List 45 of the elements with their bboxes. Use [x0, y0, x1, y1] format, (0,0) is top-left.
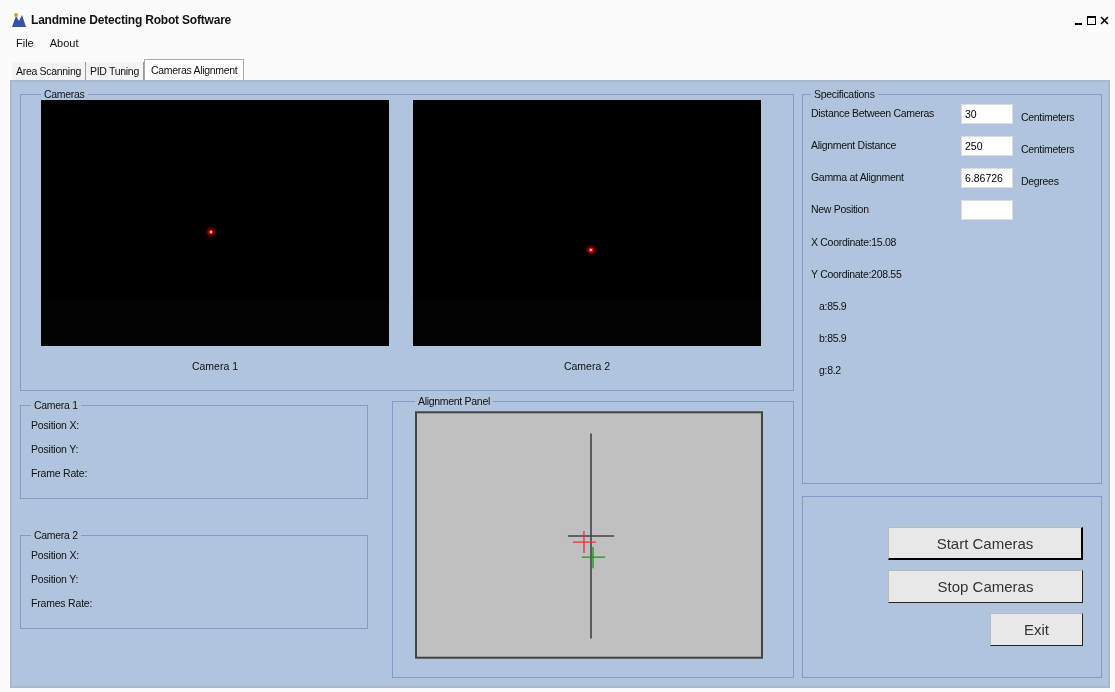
field-label: New Position: [811, 202, 870, 215]
minimize-icon: [1075, 23, 1082, 25]
input-field[interactable]: [961, 200, 1013, 220]
group-title: Cameras: [43, 88, 86, 100]
field-label: Alignment Distance: [811, 138, 898, 151]
window-title: Landmine Detecting Robot Software: [31, 13, 232, 27]
readout-text: Y Coordinate:208.55: [811, 267, 903, 282]
maximize-button[interactable]: [1086, 14, 1097, 26]
input-field[interactable]: 30: [961, 104, 1013, 124]
readout-text: g:8.2: [818, 363, 842, 378]
input-field[interactable]: 250: [961, 136, 1013, 156]
close-icon: [1100, 15, 1109, 25]
group-title: Alignment Panel: [417, 395, 491, 407]
camera-label: Camera 2: [563, 360, 611, 372]
readout-text: X Coordinate:15.08: [811, 235, 898, 250]
menu-item[interactable]: About: [49, 37, 79, 49]
field-label: Position X:: [31, 549, 80, 561]
field-label: Position Y:: [31, 573, 80, 585]
unit-label: Degrees: [1021, 174, 1059, 187]
field-label: Frame Rate:: [31, 467, 89, 479]
action-button[interactable]: Start Cameras: [888, 527, 1083, 560]
readout-text: b:85.9: [818, 331, 848, 346]
field-label: Gamma at Alignment: [811, 170, 905, 183]
field-label: Position X:: [31, 419, 80, 431]
field-label: Position Y:: [31, 443, 80, 455]
camera-label: Camera 1: [191, 360, 239, 372]
group-title: Camera 1: [33, 399, 79, 411]
readout-text: a:85.9: [818, 299, 848, 314]
close-button[interactable]: [1099, 14, 1110, 26]
unit-label: Centimeters: [1021, 142, 1075, 155]
unit-label: Centimeters: [1021, 110, 1075, 123]
input-field[interactable]: 6.86726: [961, 168, 1013, 188]
tab[interactable]: Cameras Alignment: [143, 59, 245, 80]
tab[interactable]: Area Scanning: [12, 62, 86, 80]
crosshair-marker: [572, 530, 597, 554]
group-title: Camera 2: [33, 529, 79, 541]
field-label: Distance Between Cameras: [811, 106, 935, 119]
group-title: Specifications: [813, 88, 876, 100]
menu-item[interactable]: File: [16, 37, 34, 49]
action-button[interactable]: Stop Cameras: [888, 570, 1083, 603]
crosshair-marker: [581, 546, 606, 569]
maximize-icon: [1087, 15, 1096, 25]
field-label: Frames Rate:: [31, 597, 94, 609]
action-button[interactable]: Exit: [990, 613, 1083, 646]
tab[interactable]: PID Tuning: [86, 62, 144, 80]
